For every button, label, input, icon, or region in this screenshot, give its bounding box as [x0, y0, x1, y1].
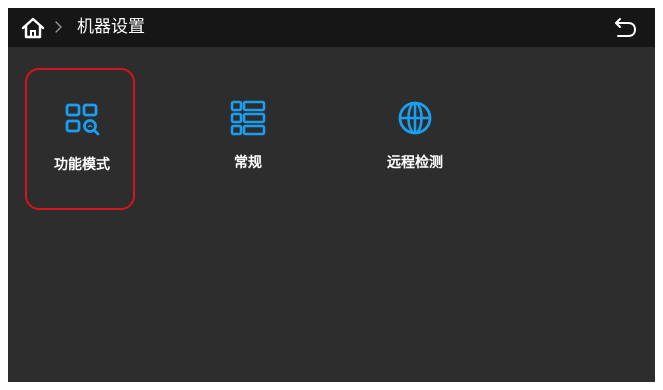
back-arrow-icon[interactable]: [612, 17, 638, 39]
function-mode-icon: [65, 103, 100, 136]
menu-item-label: 功能模式: [54, 157, 110, 173]
machine-settings-screen: 机器设置 功能模式 常规 远程检测: [8, 8, 655, 382]
top-bar: 机器设置: [8, 8, 655, 47]
menu-item-label: 远程检测: [387, 155, 443, 171]
menu-item-function-mode[interactable]: 功能模式: [25, 68, 135, 210]
chevron-right-icon: [55, 21, 62, 33]
page-title: 机器设置: [77, 17, 145, 37]
menu-item-remote-detection[interactable]: 远程检测: [360, 68, 470, 210]
list-grid-icon: [230, 100, 266, 136]
menu-item-label: 常规: [234, 155, 262, 171]
menu-item-general[interactable]: 常规: [193, 68, 303, 210]
home-icon[interactable]: [21, 17, 45, 39]
globe-icon: [398, 101, 432, 135]
